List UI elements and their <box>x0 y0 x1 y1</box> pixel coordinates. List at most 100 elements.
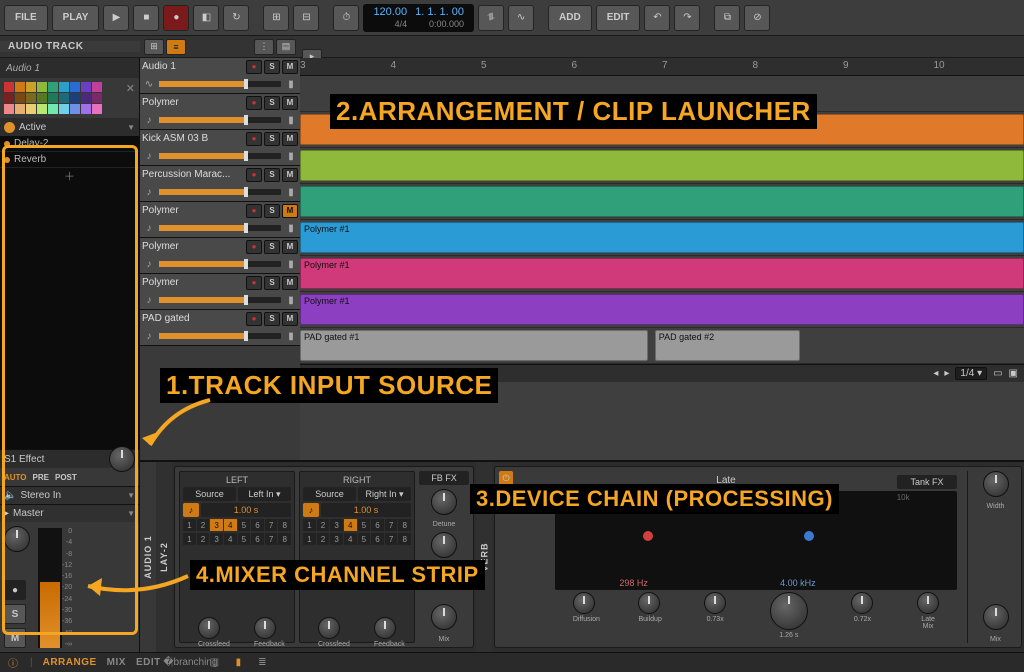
detune-knob[interactable] <box>431 489 457 515</box>
mode-mix[interactable]: MIX <box>107 657 126 668</box>
add-menu[interactable]: ADD <box>548 5 592 31</box>
color-swatch[interactable] <box>70 104 80 114</box>
step-button[interactable]: 6 <box>371 533 384 545</box>
decay-knob[interactable] <box>770 592 808 630</box>
send-tab-post[interactable]: POST <box>55 473 77 482</box>
send-tab-pre[interactable]: PRE <box>33 473 49 482</box>
reverb-mix-knob[interactable] <box>983 604 1009 630</box>
redo-button[interactable]: ↷ <box>674 5 700 31</box>
record-button[interactable]: ● <box>163 5 189 31</box>
step-button[interactable]: 1 <box>183 533 196 545</box>
clip[interactable] <box>300 150 1024 181</box>
step-button[interactable]: 3 <box>210 533 223 545</box>
color-swatch[interactable] <box>70 93 80 103</box>
track-solo[interactable]: S <box>264 204 280 218</box>
track-volume-slider[interactable] <box>159 333 281 339</box>
track-solo[interactable]: S <box>264 60 280 74</box>
color-swatch[interactable] <box>15 104 25 114</box>
track-mute[interactable]: M <box>282 312 298 326</box>
punch-in-button[interactable]: ⊞ <box>263 5 289 31</box>
color-swatch[interactable] <box>48 82 58 92</box>
late-mix-knob[interactable] <box>917 592 939 614</box>
step-button[interactable]: 8 <box>278 519 291 531</box>
track-name[interactable]: PAD gated <box>142 313 244 324</box>
track-record-arm[interactable]: ● <box>246 168 262 182</box>
track-mute[interactable]: M <box>282 240 298 254</box>
file-menu[interactable]: FILE <box>4 5 48 31</box>
color-swatch[interactable] <box>59 104 69 114</box>
clip[interactable]: Polymer #1 <box>300 222 1024 253</box>
track-name[interactable]: Kick ASM 03 B <box>142 133 244 144</box>
color-swatch[interactable] <box>48 93 58 103</box>
mute-button[interactable]: M <box>4 628 26 648</box>
right-input-selector[interactable]: Right In ▾ <box>358 487 411 501</box>
step-button[interactable]: 1 <box>183 519 196 531</box>
track-mute[interactable]: M <box>282 276 298 290</box>
feedback-knob[interactable] <box>374 617 396 639</box>
inspector-toggle-icon[interactable]: ⓘ <box>6 656 20 670</box>
delay-time-left[interactable]: 1.00 s <box>201 503 291 517</box>
track-solo[interactable]: S <box>264 168 280 182</box>
left-input-selector[interactable]: Left In ▾ <box>238 487 291 501</box>
zoom-selector[interactable]: 1/4 ▾ <box>955 367 987 380</box>
track-volume-slider[interactable] <box>159 297 281 303</box>
color-swatch[interactable] <box>26 93 36 103</box>
track-header[interactable]: Kick ASM 03 B●SM♪▮ <box>140 130 300 166</box>
track-name[interactable]: Percussion Marac... <box>142 169 244 180</box>
clip-lane[interactable] <box>300 112 1024 148</box>
arranger-toggle[interactable]: ≡ <box>166 39 186 55</box>
track-mute[interactable]: M <box>282 60 298 74</box>
clip-lane[interactable] <box>300 76 1024 112</box>
input-selector[interactable]: 🔈 Stereo In ▼ <box>0 486 139 504</box>
color-swatch[interactable] <box>59 82 69 92</box>
color-picker[interactable]: ✕ <box>0 78 139 118</box>
color-swatch[interactable] <box>81 93 91 103</box>
step-button[interactable]: 4 <box>224 519 237 531</box>
device-strip[interactable]: VERB <box>476 462 492 652</box>
zoom-out-button[interactable]: ▭ <box>993 368 1002 379</box>
add-fx-button[interactable]: ＋ <box>0 168 139 188</box>
feedback-knob[interactable] <box>254 617 276 639</box>
track-record-arm[interactable]: ● <box>246 60 262 74</box>
crossfeed-knob[interactable] <box>198 617 220 639</box>
note-icon[interactable]: ♪ <box>183 503 199 517</box>
groove-button[interactable]: ∿ <box>508 5 534 31</box>
clip-lane[interactable]: Polymer #1 <box>300 292 1024 328</box>
track-mute[interactable]: M <box>282 96 298 110</box>
color-swatch[interactable] <box>26 104 36 114</box>
track-solo[interactable]: S <box>264 240 280 254</box>
mode-arrange[interactable]: ARRANGE <box>43 657 97 668</box>
step-button[interactable]: 2 <box>197 519 210 531</box>
track-record-arm[interactable]: ● <box>246 312 262 326</box>
play-button[interactable]: ▶ <box>103 5 129 31</box>
fx-item[interactable]: Reverb <box>0 152 139 168</box>
room-tab[interactable]: Room <box>499 497 545 507</box>
track-name[interactable]: Audio 1 <box>142 61 244 72</box>
clip[interactable]: Polymer #1 <box>300 258 1024 289</box>
send-tab-auto[interactable]: AUTO <box>4 473 27 482</box>
high-freq-node[interactable] <box>804 531 814 541</box>
step-button[interactable]: 2 <box>317 533 330 545</box>
undo-button[interactable]: ↶ <box>644 5 670 31</box>
mode-edit[interactable]: EDIT <box>136 657 161 668</box>
output-selector[interactable]: ▸ Master ▼ <box>0 504 139 522</box>
device-strip[interactable]: LAY-2 <box>156 462 172 652</box>
track-title-field[interactable]: Audio 1 <box>0 58 139 78</box>
step-button[interactable]: 6 <box>251 519 264 531</box>
track-header[interactable]: Audio 1●SM∿▮ <box>140 58 300 94</box>
punch-out-button[interactable]: ⊟ <box>293 5 319 31</box>
step-button[interactable]: 1 <box>303 533 316 545</box>
clip-lane[interactable]: Polymer #1 <box>300 220 1024 256</box>
step-button[interactable]: 2 <box>197 533 210 545</box>
track-volume-slider[interactable] <box>159 153 281 159</box>
color-swatch[interactable] <box>26 82 36 92</box>
step-button[interactable]: 4 <box>224 533 237 545</box>
track-header[interactable]: PAD gated●SM♪▮ <box>140 310 300 346</box>
color-swatch[interactable] <box>4 93 14 103</box>
color-swatch[interactable] <box>81 82 91 92</box>
position-time[interactable]: 0:00.000 <box>415 18 464 30</box>
reverb-eq-display[interactable]: 100 1k 10k 298 Hz 4.00 kHz <box>555 491 957 590</box>
track-name[interactable]: Polymer <box>142 97 244 108</box>
pan-knob[interactable] <box>4 526 30 552</box>
step-button[interactable]: 6 <box>251 533 264 545</box>
